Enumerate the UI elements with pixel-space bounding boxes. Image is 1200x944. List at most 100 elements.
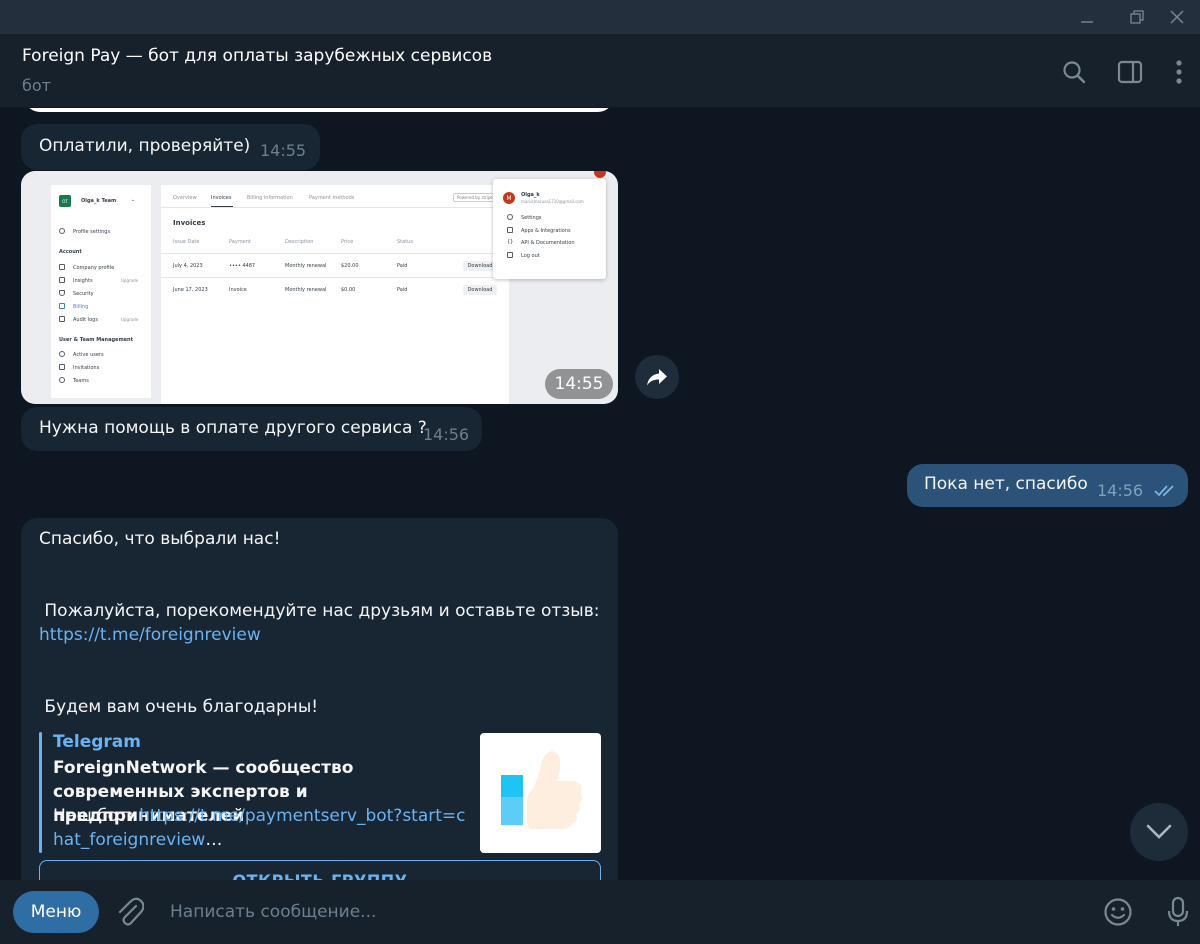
side-panel-icon[interactable] xyxy=(1114,56,1146,88)
column-header: Payment xyxy=(229,239,251,245)
popup-item: Settings xyxy=(521,215,542,221)
upgrade-badge: Upgrade xyxy=(121,317,139,322)
chat-subtitle: бот xyxy=(22,76,51,95)
puzzle-icon xyxy=(507,227,513,233)
logout-icon xyxy=(507,252,513,258)
message-text: Пожалуйста, порекомендуйте нас друзьям и… xyxy=(39,601,600,621)
image-tab: Payment methods xyxy=(309,195,355,201)
microphone-icon[interactable] xyxy=(1160,894,1196,930)
message-input[interactable] xyxy=(158,892,1058,932)
column-header: Status xyxy=(397,239,413,245)
team-name: Olga_k Team xyxy=(81,198,117,204)
sidebar-item: Insights xyxy=(73,278,93,284)
sidebar-item: Invitations xyxy=(73,365,100,371)
chat-title[interactable]: Foreign Pay — бот для оплаты зарубежных … xyxy=(22,46,492,66)
message-text: Оплатили, проверяйте) xyxy=(39,136,251,156)
message-text: Спасибо, что выбрали нас! xyxy=(39,529,281,549)
sidebar-item: Company profile xyxy=(73,265,115,271)
building-icon xyxy=(59,264,65,270)
user-icon xyxy=(59,228,65,234)
cell-status: Paid xyxy=(397,263,408,269)
avatar: M xyxy=(503,192,515,204)
open-group-button[interactable]: ОТКРЫТЬ ГРУППУ xyxy=(39,860,601,880)
incoming-message[interactable]: Оплатили, проверяйте) 14:55 xyxy=(21,124,320,170)
image-tab: Billing information xyxy=(247,195,293,201)
popup-item: Log out xyxy=(521,253,540,259)
upgrade-badge: Upgrade xyxy=(121,278,139,283)
message-text: Будем вам очень благодарны! xyxy=(39,697,319,717)
column-header: Description xyxy=(285,239,314,245)
incoming-message[interactable]: Нужна помощь в оплате другого сервиса ? … xyxy=(21,407,482,451)
image-account-popup: M Olga_k marusmarusa1710@gmail.com Setti… xyxy=(493,179,606,279)
search-icon[interactable] xyxy=(1058,56,1090,88)
double-check-icon xyxy=(1154,483,1180,502)
message-time: 14:55 xyxy=(260,141,307,160)
popup-item: Apps & Integrations xyxy=(521,228,571,234)
menu-button[interactable]: Меню xyxy=(13,891,99,933)
users-icon xyxy=(59,351,65,357)
preview-description: Наш бот: https://t.me/paymentserv_bot?st… xyxy=(53,806,466,850)
popup-item: API & Documentation xyxy=(521,240,575,246)
forward-icon[interactable] xyxy=(635,355,679,399)
cell-payment: Invoice xyxy=(229,287,247,293)
image-tab: Overview xyxy=(173,195,197,201)
paperclip-icon[interactable] xyxy=(112,894,148,930)
message-text: Пока нет, спасибо xyxy=(924,474,1088,494)
shield-icon xyxy=(59,290,65,296)
card-icon xyxy=(59,303,65,309)
window-titlebar xyxy=(0,0,1200,34)
message-time: 14:56 xyxy=(423,425,470,444)
minimize-icon[interactable] xyxy=(1064,0,1110,34)
preview-site-name: Telegram xyxy=(53,732,141,752)
thumbs-up-image xyxy=(480,733,601,853)
outgoing-message[interactable]: Пока нет, спасибо 14:56 xyxy=(907,464,1188,507)
cell-description: Monthly renewal xyxy=(285,263,327,269)
image-main-panel: Overview Invoices Billing information Pa… xyxy=(161,185,509,404)
team-badge: OT xyxy=(59,195,71,207)
cell-price: $20.00 xyxy=(341,263,359,269)
image-tab-active: Invoices xyxy=(211,195,232,201)
cell-payment: •••• 4487 xyxy=(229,263,256,269)
popup-email: marusmarusa1710@gmail.com xyxy=(521,199,584,204)
previous-message-edge xyxy=(24,108,614,112)
link-preview[interactable]: Telegram ForeignNetwork — сообщество сов… xyxy=(39,732,601,853)
cell-price: $0.00 xyxy=(341,287,356,293)
sidebar-profile: Profile settings xyxy=(73,229,111,235)
close-icon[interactable] xyxy=(1154,0,1200,34)
log-icon xyxy=(59,316,65,322)
invoices-heading: Invoices xyxy=(173,219,206,227)
image-sidebar: OT Olga_k Team ⌄ Profile settings Accoun… xyxy=(51,185,151,398)
sidebar-item: Audit logs xyxy=(73,317,98,323)
preview-accent-bar xyxy=(39,732,42,853)
sidebar-item-billing: Billing xyxy=(73,304,89,310)
download-button: Download xyxy=(463,285,497,295)
team-icon xyxy=(59,377,65,383)
column-header: Issue Date xyxy=(173,239,200,245)
composer-bar: Меню xyxy=(0,880,1200,944)
chevron-down-icon[interactable] xyxy=(1130,803,1188,861)
chart-icon xyxy=(59,277,65,283)
cell-date: July 4, 2023 xyxy=(173,263,203,269)
sidebar-item: Teams xyxy=(73,378,89,384)
sidebar-heading-team: User & Team Management xyxy=(59,337,134,343)
sidebar-item: Security xyxy=(73,291,94,297)
send-icon xyxy=(59,364,65,370)
divider xyxy=(161,207,509,208)
message-text: Нужна помощь в оплате другого сервиса ? xyxy=(39,418,427,438)
code-icon: {} xyxy=(507,239,514,245)
emoji-icon[interactable] xyxy=(1100,894,1136,930)
divider xyxy=(161,253,509,254)
cell-date: June 17, 2023 xyxy=(173,287,208,293)
notification-dot xyxy=(594,171,606,178)
review-link[interactable]: https://t.me/foreignreview xyxy=(39,625,261,645)
chat-header[interactable]: Foreign Pay — бот для оплаты зарубежных … xyxy=(0,34,1200,108)
cell-description: Monthly renewal xyxy=(285,287,327,293)
sidebar-heading-account: Account xyxy=(59,249,82,255)
photo-time: 14:55 xyxy=(545,369,613,399)
photo-message[interactable]: OT Olga_k Team ⌄ Profile settings Accoun… xyxy=(21,171,618,404)
more-vertical-icon[interactable] xyxy=(1163,56,1195,88)
chevron-down-icon: ⌄ xyxy=(131,197,136,203)
message-time: 14:56 xyxy=(1097,481,1144,500)
messages-area[interactable]: Оплатили, проверяйте) 14:55 OT Olga_k Te… xyxy=(0,108,1200,880)
cell-status: Paid xyxy=(397,287,408,293)
